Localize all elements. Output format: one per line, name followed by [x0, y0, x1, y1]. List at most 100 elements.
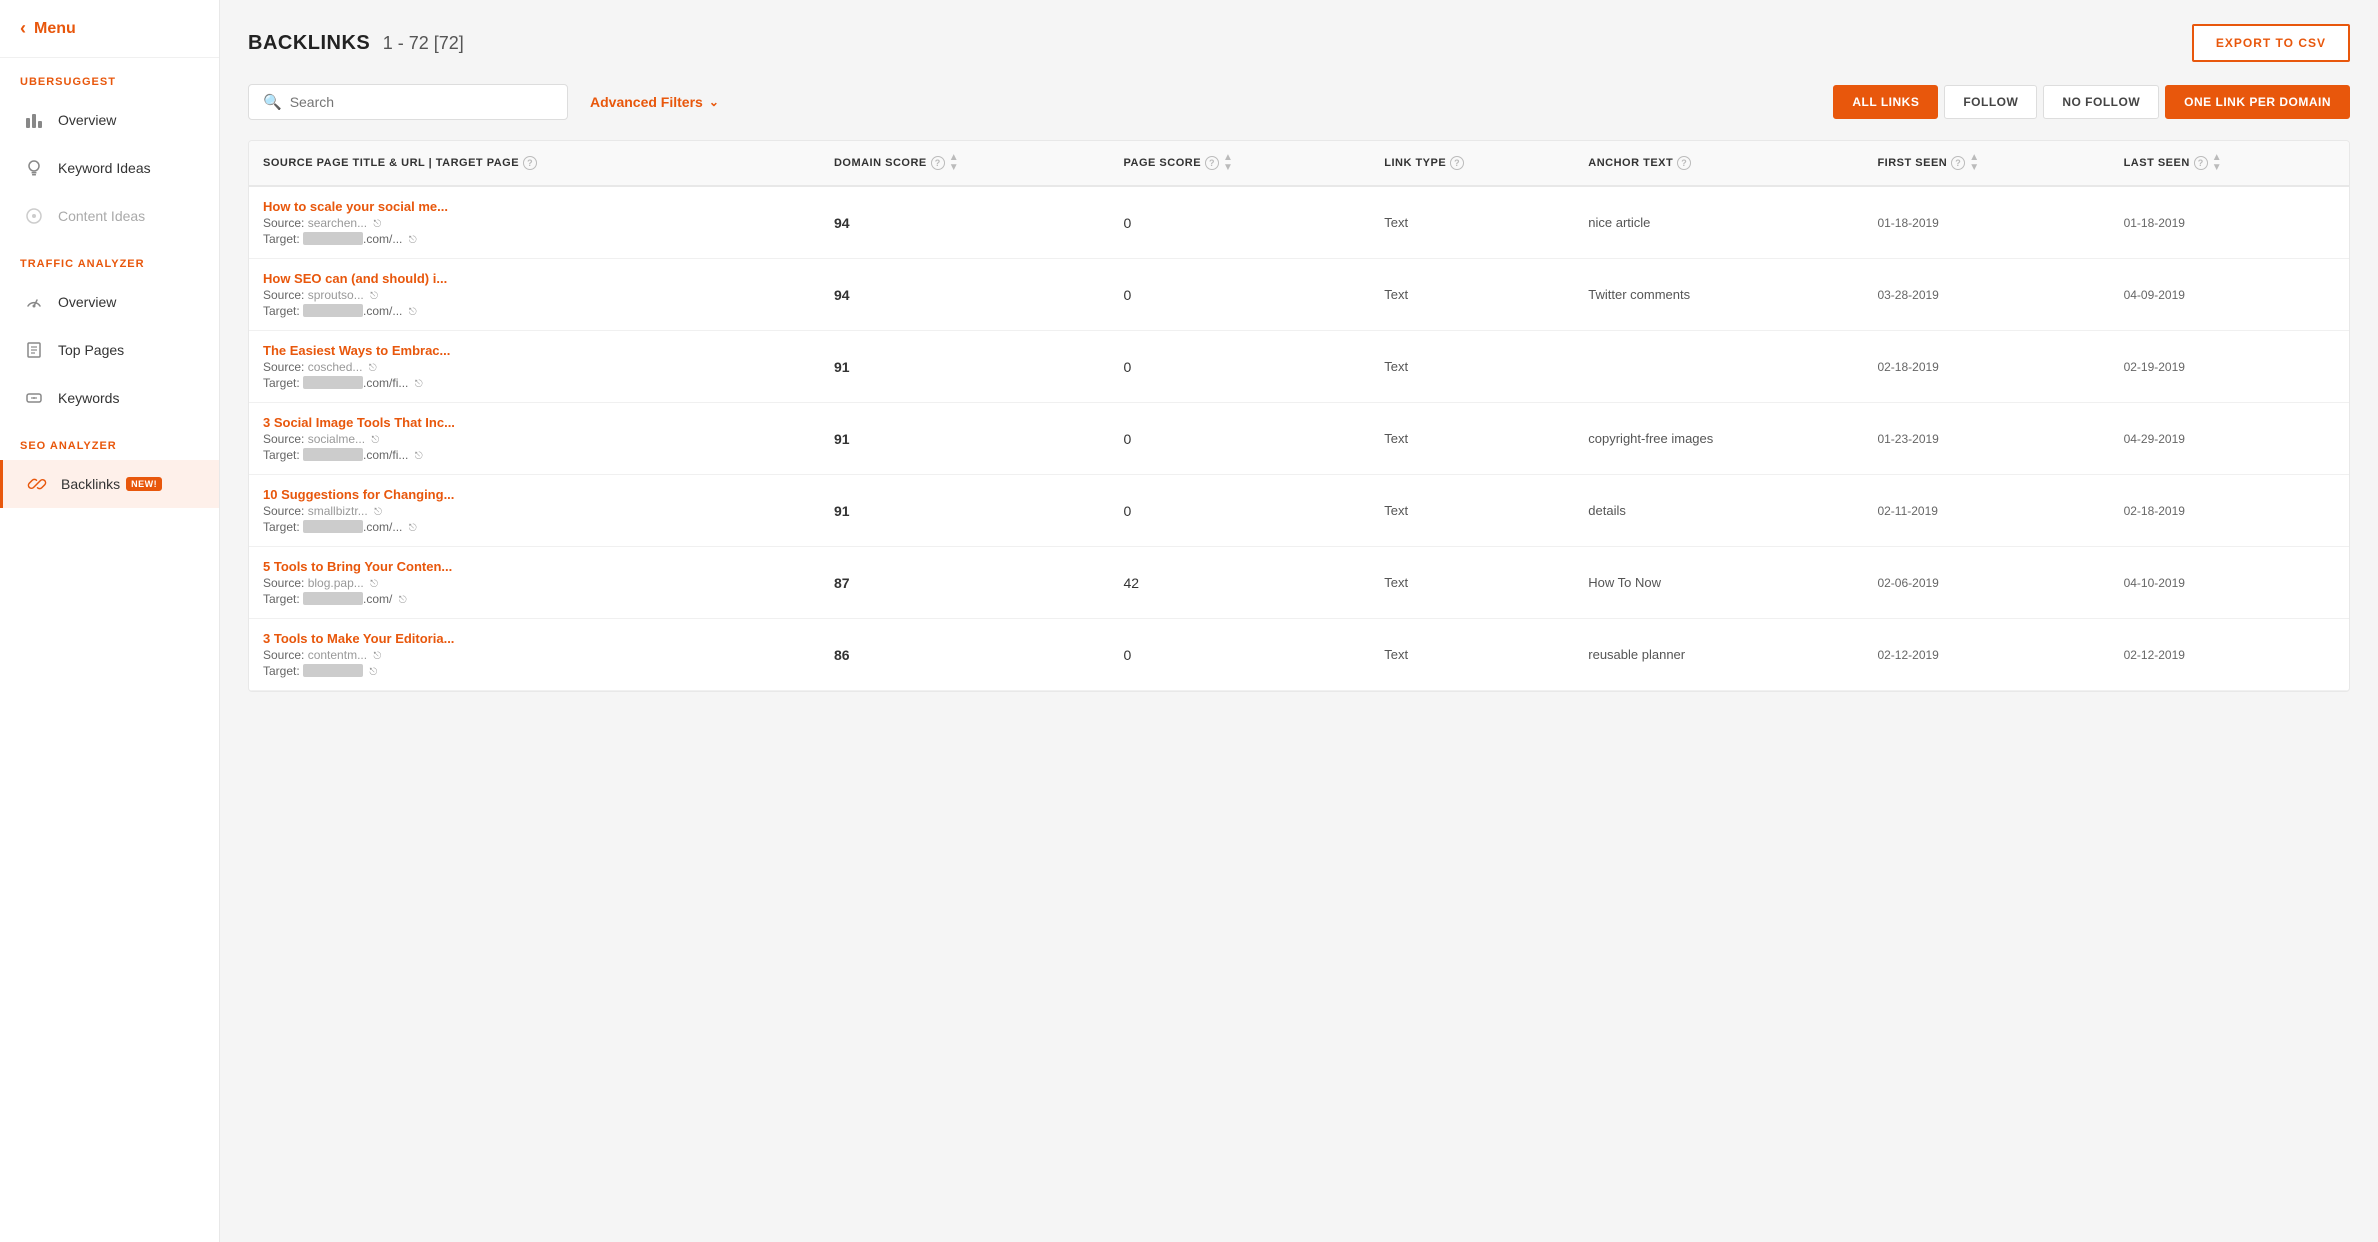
domain-score-value: 91	[834, 503, 850, 519]
link-type-help-icon[interactable]: ?	[1450, 156, 1464, 170]
source-title[interactable]: 3 Tools to Make Your Editoria...	[263, 631, 806, 646]
target-external-icon[interactable]: ⎋	[409, 307, 417, 318]
menu-button[interactable]: ‹ Menu	[0, 0, 219, 58]
target-external-icon[interactable]: ⎋	[409, 235, 417, 246]
source-title[interactable]: The Easiest Ways to Embrac...	[263, 343, 806, 358]
sidebar-item-top-pages[interactable]: Top Pages	[0, 326, 219, 374]
advanced-filters-button[interactable]: Advanced Filters ⌄	[580, 86, 729, 118]
link-type-value: Text	[1384, 287, 1408, 302]
new-badge: NEW!	[126, 477, 162, 491]
source-meta: Source: searchen... ⎋	[263, 216, 806, 230]
first-seen-help-icon[interactable]: ?	[1951, 156, 1965, 170]
page-score-cell: 0	[1110, 475, 1371, 547]
page-score-value: 0	[1124, 215, 1132, 231]
last-seen-sort-icon[interactable]: ▲▼	[2212, 153, 2222, 173]
source-title[interactable]: 3 Social Image Tools That Inc...	[263, 415, 806, 430]
last-seen-value: 02-12-2019	[2124, 648, 2185, 662]
page-score-help-icon[interactable]: ?	[1205, 156, 1219, 170]
last-seen-value: 01-18-2019	[2124, 216, 2185, 230]
last-seen-help-icon[interactable]: ?	[2194, 156, 2208, 170]
source-external-icon[interactable]: ⎋	[373, 219, 381, 230]
sidebar-item-keyword-ideas[interactable]: Keyword Ideas	[0, 144, 219, 192]
domain-score-cell: 87	[820, 547, 1110, 619]
source-external-icon[interactable]: ⎋	[373, 651, 381, 662]
last-seen-cell: 04-09-2019	[2110, 259, 2349, 331]
anchor-text-value: reusable planner	[1588, 647, 1685, 662]
domain-score-value: 94	[834, 215, 850, 231]
source-title[interactable]: 10 Suggestions for Changing...	[263, 487, 806, 502]
domain-score-sort-icon[interactable]: ▲▼	[949, 153, 959, 173]
source-external-icon[interactable]: ⎋	[370, 579, 378, 590]
page-score-value: 0	[1124, 647, 1132, 663]
source-help-icon[interactable]: ?	[523, 156, 537, 170]
source-title[interactable]: 5 Tools to Bring Your Conten...	[263, 559, 806, 574]
source-meta: Source: blog.pap... ⎋	[263, 576, 806, 590]
link-type-cell: Text	[1370, 331, 1574, 403]
source-external-icon[interactable]: ⎋	[371, 435, 379, 446]
table-row: 10 Suggestions for Changing... Source: s…	[249, 475, 2349, 547]
one-link-per-domain-button[interactable]: ONE LINK PER DOMAIN	[2165, 85, 2350, 119]
last-seen-cell: 04-10-2019	[2110, 547, 2349, 619]
source-title[interactable]: How to scale your social me...	[263, 199, 806, 214]
chevron-left-icon: ‹	[20, 18, 26, 39]
first-seen-sort-icon[interactable]: ▲▼	[1969, 153, 1979, 173]
link-type-value: Text	[1384, 575, 1408, 590]
page-score-cell: 0	[1110, 403, 1371, 475]
source-cell: 3 Social Image Tools That Inc... Source:…	[249, 403, 820, 475]
first-seen-cell: 03-28-2019	[1863, 259, 2109, 331]
target-external-icon[interactable]: ⎋	[409, 523, 417, 534]
last-seen-value: 02-19-2019	[2124, 360, 2185, 374]
last-seen-value: 04-09-2019	[2124, 288, 2185, 302]
link-type-cell: Text	[1370, 547, 1574, 619]
source-external-icon[interactable]: ⎋	[369, 363, 377, 374]
gauge-icon	[20, 288, 48, 316]
sidebar-item-overview-seo[interactable]: Overview	[0, 96, 219, 144]
target-external-icon[interactable]: ⎋	[415, 451, 423, 462]
col-page-score: PAGE SCORE ? ▲▼	[1110, 141, 1371, 186]
anchor-text-value: How To Now	[1588, 575, 1661, 590]
last-seen-cell: 02-19-2019	[2110, 331, 2349, 403]
export-csv-button[interactable]: EXPORT TO CSV	[2192, 24, 2350, 62]
seo-analyzer-title: SEO ANALYZER	[0, 422, 219, 460]
sidebar-item-content-ideas[interactable]: Content Ideas	[0, 192, 219, 240]
link-type-cell: Text	[1370, 475, 1574, 547]
search-input[interactable]	[290, 94, 553, 110]
table-row: 3 Tools to Make Your Editoria... Source:…	[249, 619, 2349, 691]
link-type-cell: Text	[1370, 619, 1574, 691]
sidebar: ‹ Menu UBERSUGGEST Overview Keyword Idea…	[0, 0, 220, 1242]
source-meta: Source: sproutso... ⎋	[263, 288, 806, 302]
source-title[interactable]: How SEO can (and should) i...	[263, 271, 806, 286]
target-external-icon[interactable]: ⎋	[369, 667, 377, 678]
lightbulb-icon	[20, 154, 48, 182]
keywords-icon	[20, 384, 48, 412]
follow-button[interactable]: FOLLOW	[1944, 85, 2037, 119]
brand-title: UBERSUGGEST	[0, 58, 219, 96]
page-score-sort-icon[interactable]: ▲▼	[1223, 153, 1233, 173]
target-external-icon[interactable]: ⎋	[415, 379, 423, 390]
pages-icon	[20, 336, 48, 364]
page-score-value: 0	[1124, 287, 1132, 303]
table-row: How to scale your social me... Source: s…	[249, 186, 2349, 259]
blurred-target	[303, 520, 363, 533]
sidebar-item-keywords[interactable]: Keywords	[0, 374, 219, 422]
source-external-icon[interactable]: ⎋	[370, 291, 378, 302]
sidebar-item-overview-traffic[interactable]: Overview	[0, 278, 219, 326]
domain-score-value: 86	[834, 647, 850, 663]
all-links-button[interactable]: ALL LINKS	[1833, 85, 1938, 119]
domain-score-cell: 94	[820, 259, 1110, 331]
no-follow-button[interactable]: NO FOLLOW	[2043, 85, 2159, 119]
first-seen-value: 02-18-2019	[1877, 360, 1938, 374]
col-source: SOURCE PAGE TITLE & URL | TARGET PAGE ?	[249, 141, 820, 186]
domain-score-value: 94	[834, 287, 850, 303]
domain-score-help-icon[interactable]: ?	[931, 156, 945, 170]
source-external-icon[interactable]: ⎋	[374, 507, 382, 518]
last-seen-cell: 02-18-2019	[2110, 475, 2349, 547]
sidebar-item-backlinks[interactable]: Backlinks NEW!	[0, 460, 219, 508]
bar-chart-icon	[20, 106, 48, 134]
target-external-icon[interactable]: ⎋	[399, 595, 407, 606]
col-anchor-text: ANCHOR TEXT ?	[1574, 141, 1863, 186]
anchor-text-help-icon[interactable]: ?	[1677, 156, 1691, 170]
anchor-text-cell: reusable planner	[1574, 619, 1863, 691]
blurred-target	[303, 232, 363, 245]
content-icon	[20, 202, 48, 230]
